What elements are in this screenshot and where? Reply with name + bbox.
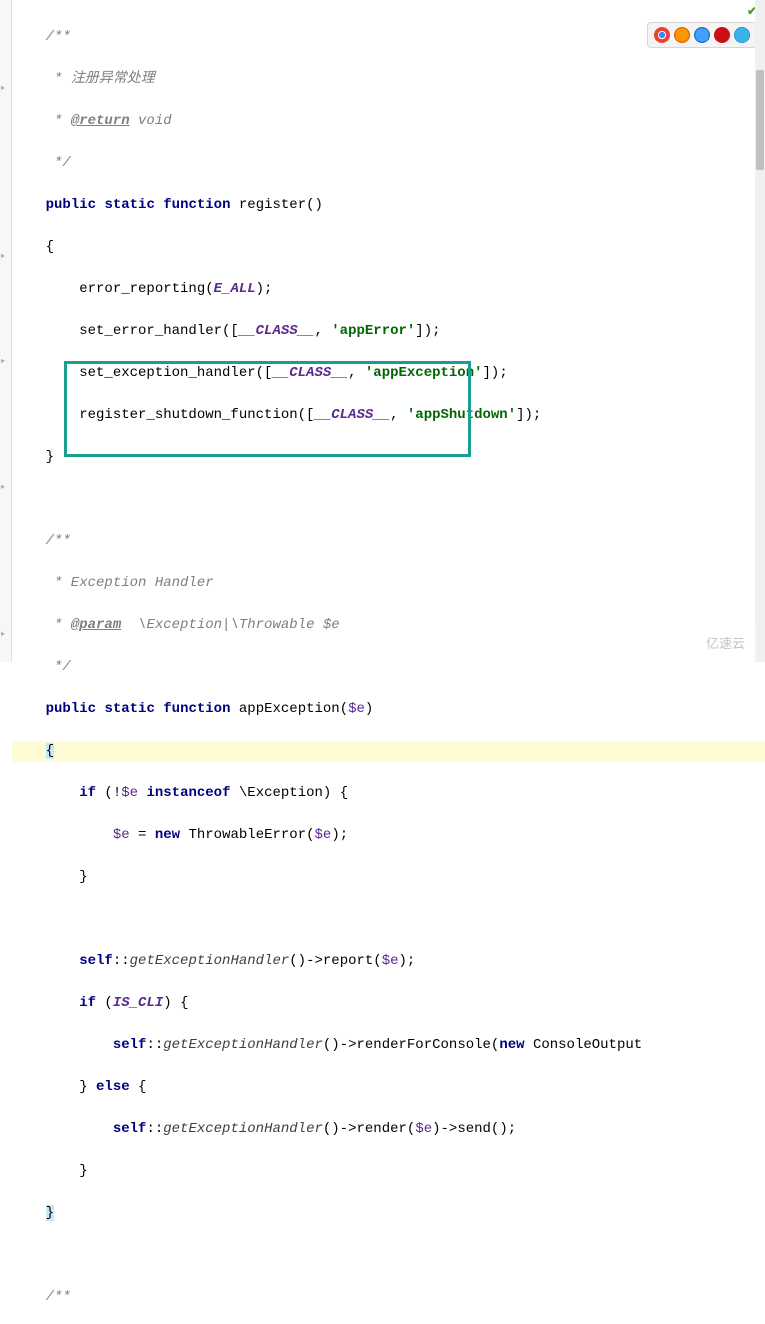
function-signature: public static function register()	[12, 195, 765, 216]
docblock-line: * @return void	[12, 111, 765, 132]
docblock-line: * Exception Handler	[12, 573, 765, 594]
code-line: } else {	[12, 1077, 765, 1098]
code-line: set_error_handler([__CLASS__, 'appError'…	[12, 321, 765, 342]
docblock-line: /**	[12, 531, 765, 552]
code-line: self::getExceptionHandler()->render($e)-…	[12, 1119, 765, 1140]
brace-close: }	[12, 1161, 765, 1182]
code-line: self::getExceptionHandler()->report($e);	[12, 951, 765, 972]
docblock-line: /**	[12, 27, 765, 48]
brace-close: }	[12, 867, 765, 888]
fold-marker[interactable]: ▸	[1, 358, 11, 366]
code-line: self::getExceptionHandler()->renderForCo…	[12, 1035, 765, 1056]
code-line: set_exception_handler([__CLASS__, 'appEx…	[12, 363, 765, 384]
code-line: if (!$e instanceof \Exception) {	[12, 783, 765, 804]
code-editor[interactable]: /** * 注册异常处理 * @return void */ public st…	[12, 0, 765, 662]
code-line: error_reporting(E_ALL);	[12, 279, 765, 300]
code-line: register_shutdown_function([__CLASS__, '…	[12, 405, 765, 426]
fold-marker[interactable]: ▸	[1, 631, 11, 639]
scrollbar-thumb[interactable]	[756, 70, 764, 170]
blank-line	[12, 1245, 765, 1266]
blank-line	[12, 489, 765, 510]
blank-line	[12, 909, 765, 930]
fold-marker[interactable]: ▸	[1, 253, 11, 261]
scrollbar-track[interactable]	[755, 0, 765, 662]
watermark: 亿速云	[694, 627, 757, 658]
editor-gutter: ▸ ▸ ▸ ▸ ▸	[0, 0, 12, 662]
docblock-line: /**	[12, 1287, 765, 1308]
fold-marker[interactable]: ▸	[1, 484, 11, 492]
docblock-line: */	[12, 153, 765, 174]
code-line: if (IS_CLI) {	[12, 993, 765, 1014]
code-line: $e = new ThrowableError($e);	[12, 825, 765, 846]
docblock-line: * @param \Exception|\Throwable $e	[12, 615, 765, 636]
brace-open: {	[12, 237, 765, 258]
fold-marker[interactable]: ▸	[1, 85, 11, 93]
function-signature: public static function appException($e)	[12, 699, 765, 720]
brace-close: }	[12, 1203, 765, 1224]
brace-close: }	[12, 447, 765, 468]
docblock-line: * 注册异常处理	[12, 69, 765, 90]
docblock-line: */	[12, 657, 765, 678]
brace-open: {	[12, 741, 765, 762]
